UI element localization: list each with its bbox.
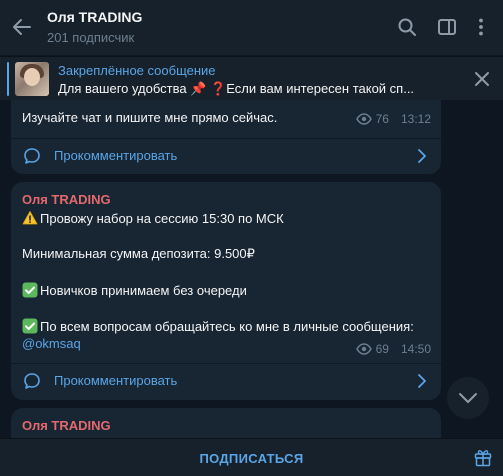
comment-label: Прокомментировать — [54, 148, 178, 163]
eye-icon — [355, 343, 372, 355]
post-meta: 69 14:50 — [355, 342, 431, 356]
subscribe-button[interactable]: ПОДПИСАТЬСЯ — [0, 451, 503, 466]
post-line: По всем вопросам обращайтесь ко мне в ли… — [22, 318, 414, 334]
post-text: Новичков принимаем без очереди — [40, 283, 247, 298]
post-meta: 76 13:12 — [355, 112, 431, 126]
pinned-indicator — [7, 62, 9, 96]
chevron-right-icon — [418, 149, 426, 163]
back-arrow-icon[interactable] — [10, 15, 34, 39]
comment-icon — [24, 148, 40, 164]
pinned-preview-text: Для вашего удобства 📌 ❓Если вам интересе… — [58, 81, 415, 96]
post-text: Минимальная сумма депозита: 9.500₽ — [22, 246, 255, 261]
search-icon[interactable] — [396, 16, 418, 38]
post-text: По всем вопросам обращайтесь ко мне в ли… — [40, 319, 414, 334]
post-time: 13:12 — [400, 112, 431, 126]
post-author[interactable]: Оля TRADING — [22, 418, 111, 433]
post-line: Новичков принимаем без очереди — [22, 282, 247, 298]
check-icon — [22, 282, 38, 298]
channel-post: Изучайте чат и пишите мне прямо сейчас. … — [11, 100, 441, 174]
channel-title[interactable]: Оля TRADING — [47, 9, 142, 25]
sidebar-toggle-icon[interactable] — [436, 16, 458, 38]
comment-button[interactable]: Прокомментировать — [11, 364, 441, 398]
more-vertical-icon[interactable] — [470, 16, 492, 38]
check-icon — [22, 318, 38, 334]
message-feed[interactable]: Изучайте чат и пишите мне прямо сейчас. … — [0, 100, 503, 438]
chevron-right-icon — [418, 374, 426, 388]
view-count: 69 — [375, 342, 389, 356]
comment-button[interactable]: Прокомментировать — [11, 139, 441, 173]
post-time: 14:50 — [400, 342, 431, 356]
chat-header: Оля TRADING 201 подписчик — [0, 0, 503, 55]
comment-label: Прокомментировать — [54, 373, 178, 388]
scroll-to-bottom-button[interactable] — [447, 377, 489, 419]
eye-icon — [355, 113, 372, 125]
bottom-bar: ПОДПИСАТЬСЯ — [0, 438, 503, 476]
channel-post: Оля TRADING Провожу набор на сессию 15:3… — [11, 182, 441, 400]
comment-icon — [24, 373, 40, 389]
pinned-message-bar[interactable]: Закреплённое сообщение Для вашего удобст… — [0, 56, 503, 100]
close-icon[interactable] — [473, 70, 491, 88]
chevron-down-icon — [459, 393, 477, 403]
gift-icon[interactable] — [473, 447, 493, 467]
pinned-title: Закреплённое сообщение — [58, 63, 216, 78]
post-text: Провожу набор на сессию 15:30 по МСК — [40, 211, 284, 226]
post-text: Изучайте чат и пишите мне прямо сейчас. — [22, 110, 278, 125]
warning-icon — [22, 211, 38, 225]
post-author[interactable]: Оля TRADING — [22, 192, 111, 207]
subscriber-count: 201 подписчик — [47, 30, 135, 45]
channel-post: Оля TRADING — [11, 408, 441, 438]
post-line: Провожу набор на сессию 15:30 по МСК — [22, 210, 284, 226]
username-link[interactable]: @okmsaq — [22, 336, 81, 351]
view-count: 76 — [375, 112, 389, 126]
pinned-thumbnail — [15, 62, 49, 96]
